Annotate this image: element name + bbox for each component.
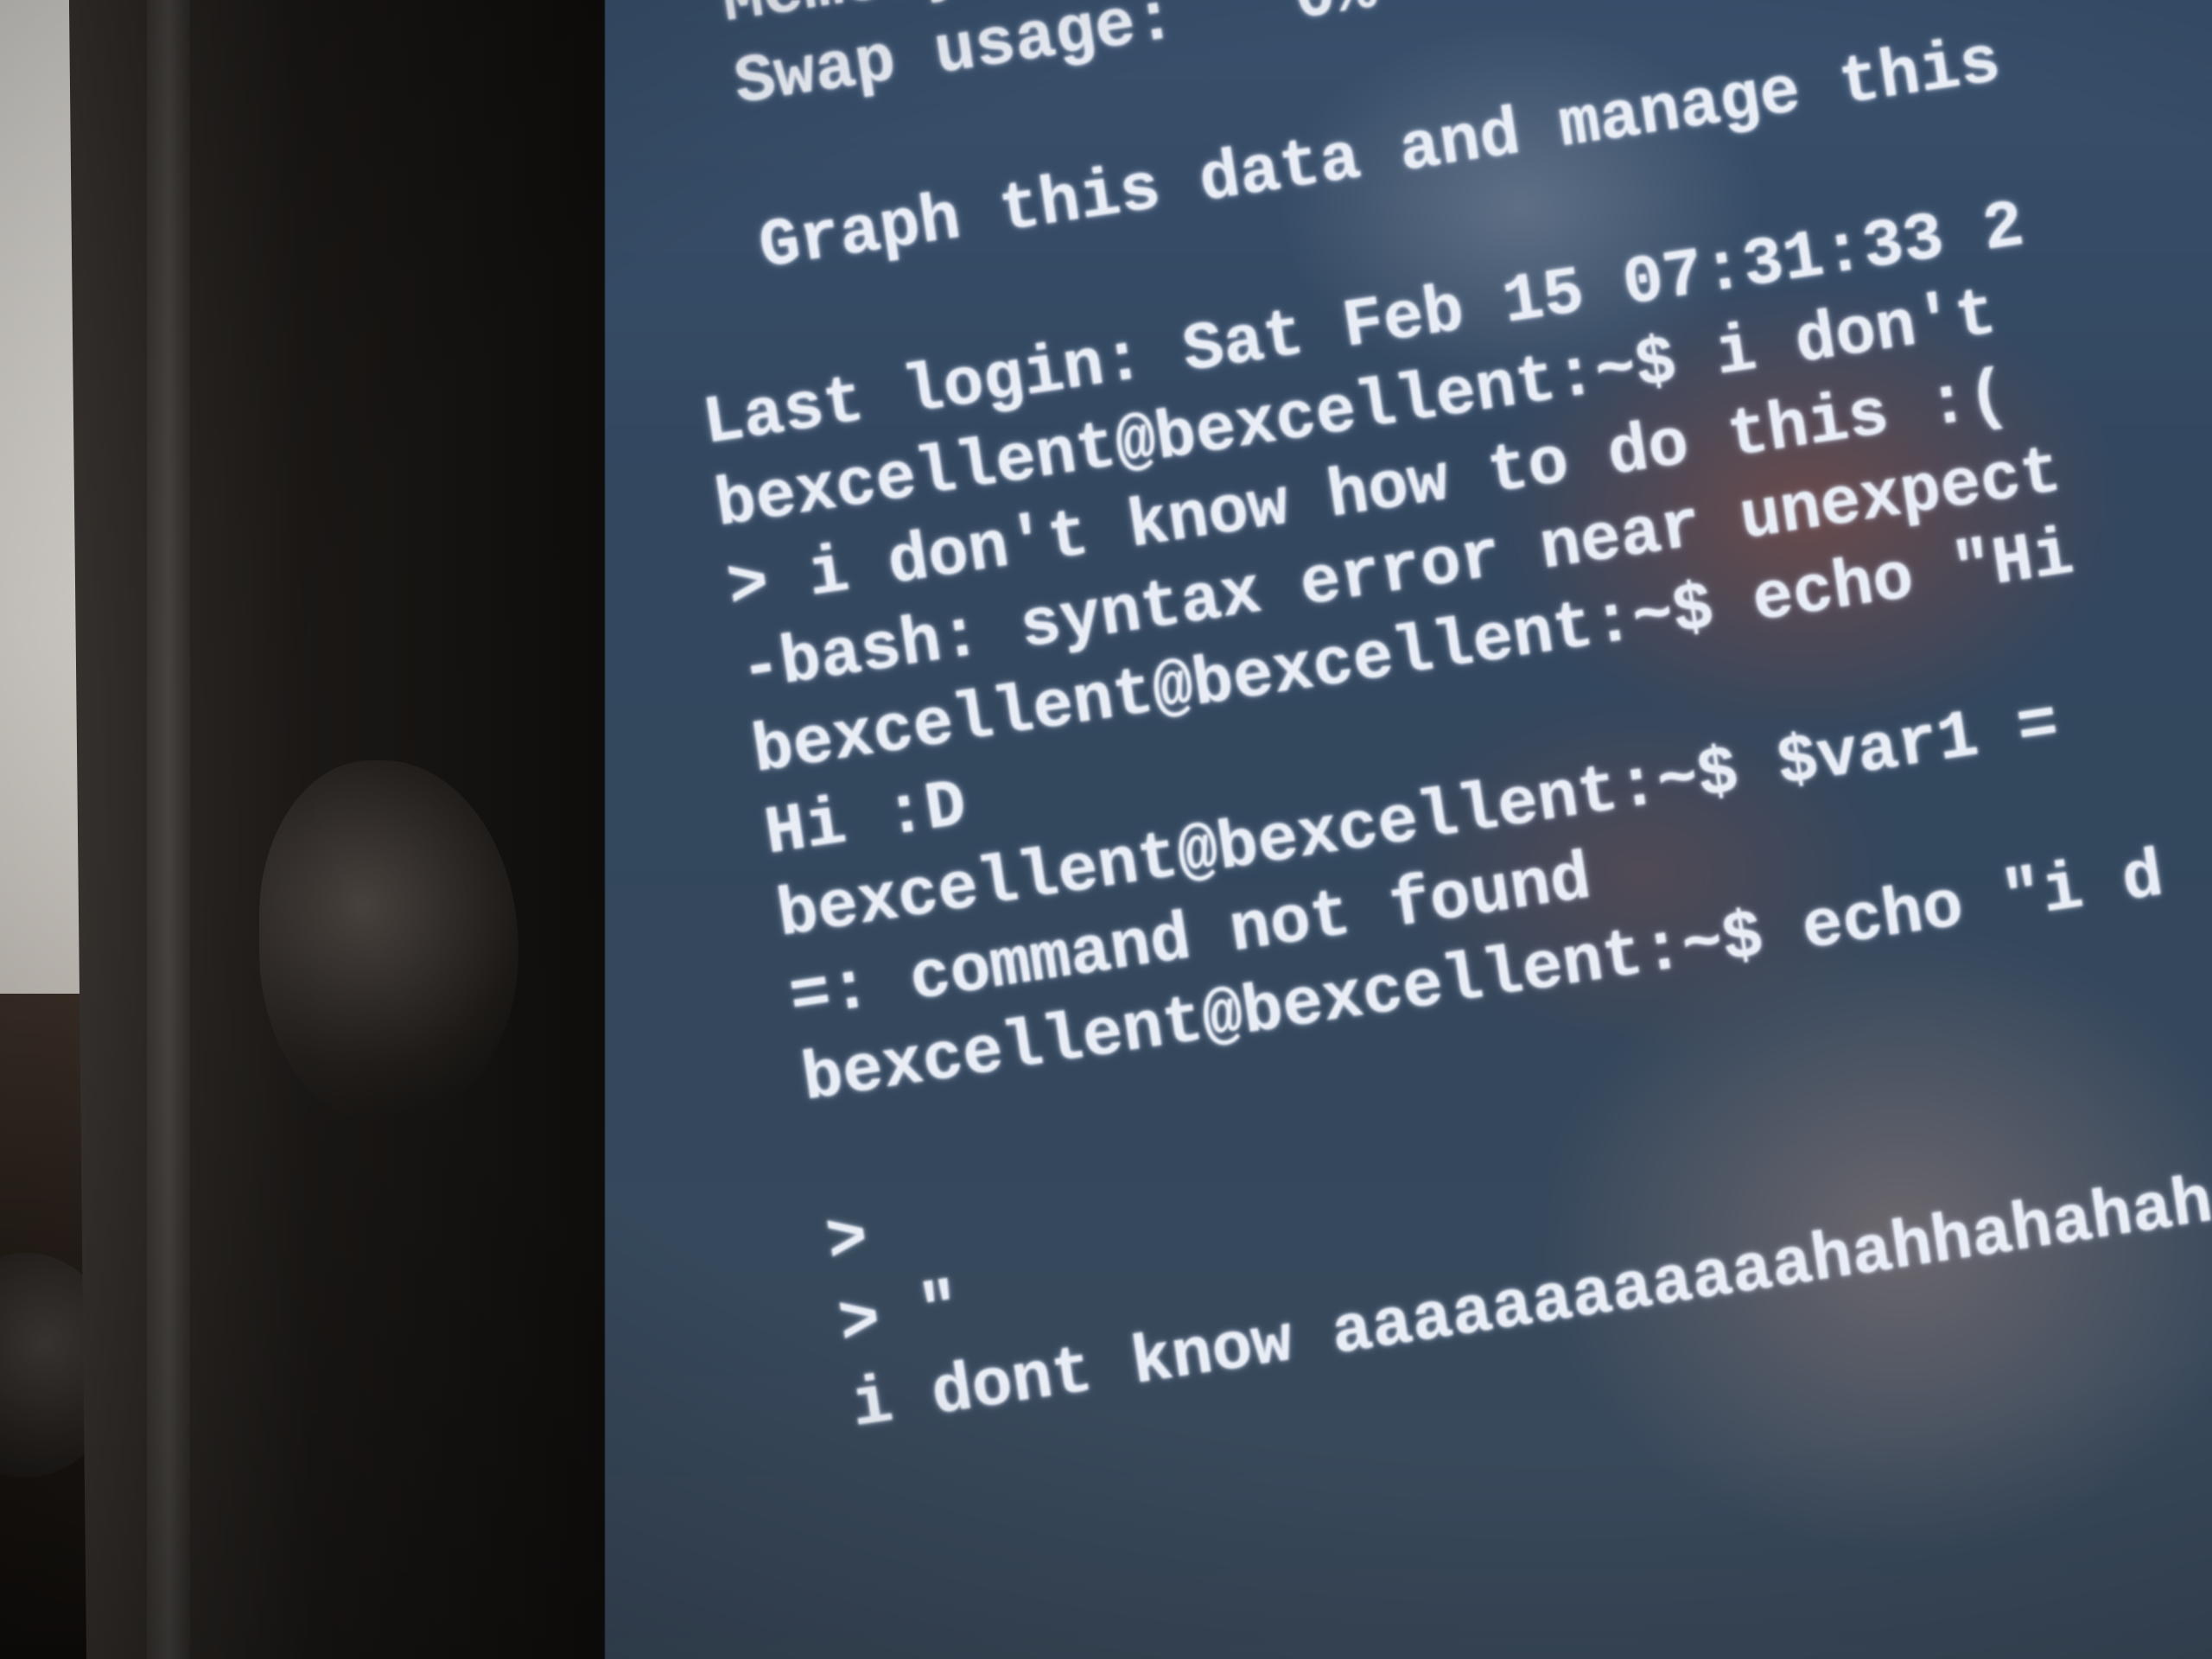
photo-scene: Memory usage: Swap usage: 0% Graph this … <box>0 0 2212 1659</box>
terminal-line: i dont know aaaaaaaaaaaahahhahahah <box>846 1164 2212 1446</box>
terminal-output: Memory usage: Swap usage: 0% Graph this … <box>639 0 2212 1640</box>
bezel-highlight <box>147 0 190 1659</box>
